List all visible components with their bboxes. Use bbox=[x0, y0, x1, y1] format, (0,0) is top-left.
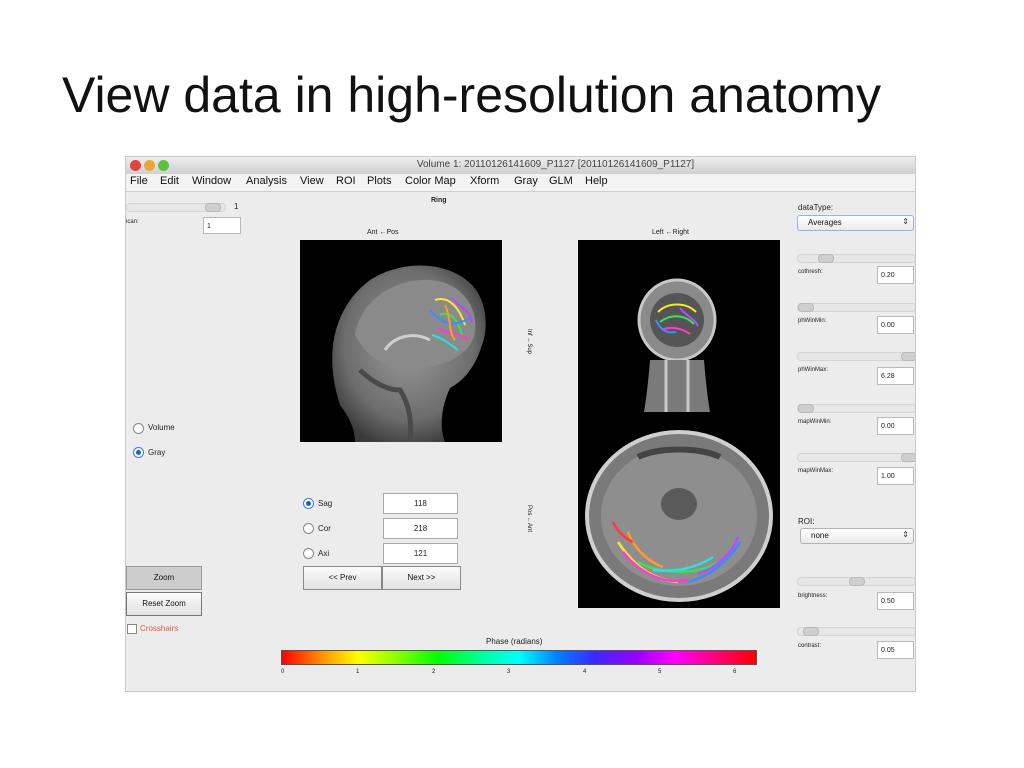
phwinmin-field[interactable]: 0.00 bbox=[877, 316, 914, 334]
menu-glm[interactable]: GLM bbox=[549, 175, 573, 187]
contrast-slider-thumb[interactable] bbox=[803, 627, 819, 636]
mapwinmin-field[interactable]: 0.00 bbox=[877, 417, 914, 435]
updown-arrow-icon: ⇕ bbox=[902, 530, 909, 539]
menu-edit[interactable]: Edit bbox=[160, 175, 179, 187]
crosshairs-checkbox[interactable] bbox=[127, 624, 137, 634]
slice-axi-label: Axi bbox=[318, 549, 330, 558]
window-title: Volume 1: 20110126141609_P1127 [20110126… bbox=[416, 159, 695, 170]
phase-colorbar bbox=[281, 650, 757, 665]
contrast-slider[interactable] bbox=[797, 627, 915, 636]
menu-window[interactable]: Window bbox=[192, 175, 231, 187]
scan-label: ican: bbox=[126, 219, 139, 225]
slice-axi-field[interactable]: 121 bbox=[383, 543, 458, 564]
slice-sag-radio[interactable] bbox=[303, 498, 314, 509]
coronal-brain-image bbox=[637, 278, 717, 412]
phwinmax-slider-thumb[interactable] bbox=[901, 352, 915, 361]
menu-gray[interactable]: Gray bbox=[514, 175, 538, 187]
contrast-field[interactable]: 0.05 bbox=[877, 641, 914, 659]
roi-value: none bbox=[811, 531, 829, 540]
datatype-popup[interactable]: Averages ⇕ bbox=[797, 215, 914, 231]
menu-bar: File Edit Window Analysis View ROI Plots… bbox=[126, 174, 915, 192]
phwinmin-label: phWinMin: bbox=[798, 318, 827, 324]
menu-xform[interactable]: Xform bbox=[470, 175, 499, 187]
next-button[interactable]: Next >> bbox=[382, 566, 461, 590]
roi-popup[interactable]: none ⇕ bbox=[800, 528, 914, 544]
panel-header: Ring bbox=[431, 197, 447, 204]
mapwinmax-label: mapWinMax: bbox=[798, 468, 834, 474]
colorbar-tick-1: 1 bbox=[356, 669, 360, 675]
menu-help[interactable]: Help bbox=[585, 175, 608, 187]
scan-slider-value: 1 bbox=[234, 202, 239, 211]
menu-color-map[interactable]: Color Map bbox=[405, 175, 456, 187]
slice-cor-label: Cor bbox=[318, 524, 331, 533]
colorbar-title: Phase (radians) bbox=[486, 637, 543, 646]
phwinmax-label: phWinMax: bbox=[798, 367, 829, 373]
pos-ant-label: Pos ←Ant bbox=[526, 505, 532, 533]
zoom-button[interactable]: Zoom bbox=[126, 566, 202, 590]
mapwinmin-slider[interactable] bbox=[797, 404, 915, 413]
slice-cor-radio[interactable] bbox=[303, 523, 314, 534]
view-volume-label: Volume bbox=[148, 423, 175, 432]
crosshairs-label: Crosshairs bbox=[140, 624, 179, 633]
prev-button[interactable]: << Prev bbox=[303, 566, 382, 590]
cothresh-field[interactable]: 0.20 bbox=[877, 266, 914, 284]
phwinmax-field[interactable]: 6.28 bbox=[877, 367, 914, 385]
phwinmin-slider-thumb[interactable] bbox=[798, 303, 814, 312]
phwinmax-slider[interactable] bbox=[797, 352, 915, 361]
slide-title: View data in high-resolution anatomy bbox=[62, 67, 882, 123]
colorbar-tick-6: 6 bbox=[733, 669, 737, 675]
mapwinmax-field[interactable]: 1.00 bbox=[877, 467, 914, 485]
phwinmin-slider[interactable] bbox=[797, 303, 915, 312]
colorbar-tick-4: 4 bbox=[583, 669, 587, 675]
menu-file[interactable]: File bbox=[130, 175, 148, 187]
sagittal-axis-label: Ant ←Pos bbox=[367, 229, 399, 236]
inf-sup-label: Inf ←Sup bbox=[526, 329, 532, 355]
datatype-label: dataType: bbox=[798, 203, 834, 212]
scan-slider-thumb[interactable] bbox=[205, 203, 221, 212]
scan-slider[interactable] bbox=[126, 203, 226, 212]
slice-axi-radio[interactable] bbox=[303, 548, 314, 559]
cothresh-slider[interactable] bbox=[797, 254, 915, 263]
slice-sag-label: Sag bbox=[318, 499, 333, 508]
colorbar-tick-2: 2 bbox=[432, 669, 436, 675]
mapwinmax-slider-thumb[interactable] bbox=[901, 453, 915, 462]
brightness-slider[interactable] bbox=[797, 577, 915, 586]
mapwinmin-label: mapWinMin: bbox=[798, 419, 832, 425]
view-volume-radio[interactable] bbox=[133, 423, 144, 434]
contrast-label: contrast: bbox=[798, 643, 822, 649]
cothresh-label: cothresh: bbox=[798, 269, 823, 275]
datatype-value: Averages bbox=[808, 218, 842, 227]
view-gray-label: Gray bbox=[148, 448, 166, 457]
axial-view[interactable] bbox=[578, 412, 780, 608]
scan-field[interactable]: 1 bbox=[203, 217, 241, 234]
view-gray-radio[interactable] bbox=[133, 447, 144, 458]
mapwinmin-slider-thumb[interactable] bbox=[798, 404, 814, 413]
colorbar-tick-3: 3 bbox=[507, 669, 511, 675]
app-window: Volume 1: 20110126141609_P1127 [20110126… bbox=[126, 157, 915, 691]
roi-label: ROI: bbox=[798, 517, 815, 526]
sagittal-view[interactable] bbox=[300, 240, 502, 442]
mapwinmax-slider[interactable] bbox=[797, 453, 915, 462]
reset-zoom-button[interactable]: Reset Zoom bbox=[126, 592, 202, 616]
cothresh-slider-thumb[interactable] bbox=[818, 254, 834, 263]
brightness-label: brightness: bbox=[798, 593, 828, 599]
updown-arrow-icon: ⇕ bbox=[902, 217, 909, 226]
menu-view[interactable]: View bbox=[300, 175, 324, 187]
brightness-slider-thumb[interactable] bbox=[849, 577, 865, 586]
brightness-field[interactable]: 0.50 bbox=[877, 592, 914, 610]
slice-sag-field[interactable]: 118 bbox=[383, 493, 458, 514]
colorbar-tick-5: 5 bbox=[658, 669, 662, 675]
axial-brain-image bbox=[585, 430, 773, 602]
coronal-axis-label: Left ←Right bbox=[652, 229, 689, 236]
coronal-view[interactable] bbox=[578, 240, 780, 412]
menu-roi[interactable]: ROI bbox=[336, 175, 356, 187]
menu-plots[interactable]: Plots bbox=[367, 175, 391, 187]
slice-cor-field[interactable]: 218 bbox=[383, 518, 458, 539]
window-titlebar: Volume 1: 20110126141609_P1127 [20110126… bbox=[126, 157, 915, 175]
menu-analysis[interactable]: Analysis bbox=[246, 175, 287, 187]
sagittal-brain-image bbox=[332, 265, 486, 442]
colorbar-tick-0: 0 bbox=[281, 669, 285, 675]
